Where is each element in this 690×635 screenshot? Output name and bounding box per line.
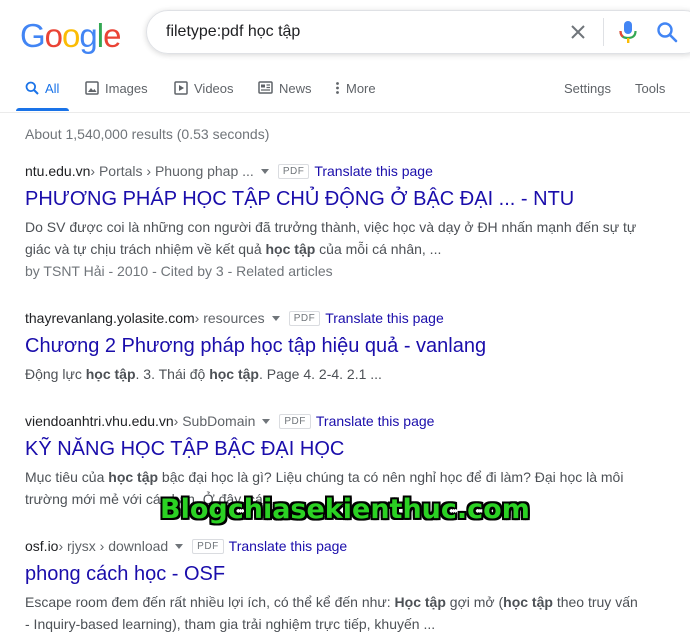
tab-images[interactable]: Images [85,80,148,112]
result-path: › rjysx › download [58,538,169,554]
logo-letter: e [103,17,121,54]
pdf-badge: PDF [192,538,224,554]
clear-search-button[interactable] [570,24,590,44]
tab-label: News [279,81,312,96]
tab-videos[interactable]: Videos [174,80,234,112]
result-path: › resources [194,310,265,326]
pdf-badge: PDF [288,310,321,326]
result-snippet: Động lực học tập. 3. Thái độ học tập. Pa… [25,366,382,382]
result-site: viendoanhtri.vhu.edu.vn [25,413,174,429]
search-icon [657,22,678,43]
chevron-down-icon[interactable] [175,543,184,549]
settings-link[interactable]: Settings [564,80,611,112]
result-site: ntu.edu.vn [25,163,91,179]
active-tab-indicator [16,108,69,111]
logo-letter: G [20,17,46,54]
result-path: › Portals › Phuong phap ... [90,163,254,179]
result-title[interactable]: PHƯƠNG PHÁP HỌC TẬP CHỦ ĐỘNG Ở BẬC ĐẠI .… [25,186,645,212]
news-icon [258,81,273,94]
logo-letter: o [44,17,63,54]
translate-link[interactable]: Translate this page [325,309,444,327]
voice-search-button[interactable] [617,20,639,44]
search-box[interactable] [146,10,690,54]
search-input[interactable] [166,23,546,41]
result-url[interactable]: ntu.edu.vn › Portals › Phuong phap ... P… [25,162,645,180]
more-vert-icon [336,82,339,94]
result-site: thayrevanlang.yolasite.com [25,310,195,326]
close-icon [571,25,585,39]
result-snippet: Escape room đem đến rất nhiều lợi ích, c… [25,594,638,632]
watermark-text: Blogchiasekienthuc.com [160,494,530,525]
result-stats: About 1,540,000 results (0.53 seconds) [25,126,270,142]
tools-label: Tools [635,81,666,96]
image-icon [85,81,99,95]
result-title[interactable]: phong cách học - OSF [25,561,645,587]
tab-label: Images [105,81,148,96]
tab-news[interactable]: News [258,80,312,112]
pdf-badge: PDF [277,163,310,179]
pdf-badge: PDF [279,413,311,429]
search-tabs: All Images Videos News More Settings Too… [0,80,690,112]
result-url[interactable]: viendoanhtri.vhu.edu.vn › SubDomain PDF … [25,412,645,430]
translate-link[interactable]: Translate this page [314,162,433,180]
google-logo[interactable]: Google [20,17,121,55]
search-button[interactable] [656,21,678,43]
result-title[interactable]: Chương 2 Phương pháp học tập hiệu quả - … [25,333,645,359]
search-result: osf.io › rjysx › download PDF Translate … [25,537,645,635]
tools-link[interactable]: Tools [635,80,665,112]
tab-label: More [346,81,376,96]
search-divider [603,18,604,46]
result-url[interactable]: osf.io › rjysx › download PDF Translate … [25,537,645,555]
chevron-down-icon[interactable] [260,168,269,174]
result-path: › SubDomain [173,413,256,429]
result-url[interactable]: thayrevanlang.yolasite.com › resources P… [25,309,645,327]
logo-letter: g [79,17,97,54]
result-site: osf.io [25,538,59,554]
tab-label: Videos [194,81,234,96]
search-result: ntu.edu.vn › Portals › Phuong phap ... P… [25,162,645,282]
tabs-divider [0,112,690,113]
translate-link[interactable]: Translate this page [316,412,435,430]
chevron-down-icon[interactable] [262,418,271,424]
search-icon [25,81,39,95]
result-snippet: Do SV được coi là những con người đã trư… [25,219,637,257]
microphone-icon [619,21,637,43]
video-icon [174,81,188,95]
result-meta: by TSNT Hải - 2010 - Cited by 3 - Relate… [25,263,333,279]
translate-link[interactable]: Translate this page [229,537,348,555]
result-title[interactable]: KỸ NĂNG HỌC TẬP BẬC ĐẠI HỌC [25,436,645,462]
tab-label: All [45,81,60,96]
tab-more[interactable]: More [335,80,376,112]
search-result: thayrevanlang.yolasite.com › resources P… [25,309,645,385]
settings-label: Settings [564,81,611,96]
logo-letter: o [62,17,80,54]
chevron-down-icon[interactable] [271,315,280,321]
